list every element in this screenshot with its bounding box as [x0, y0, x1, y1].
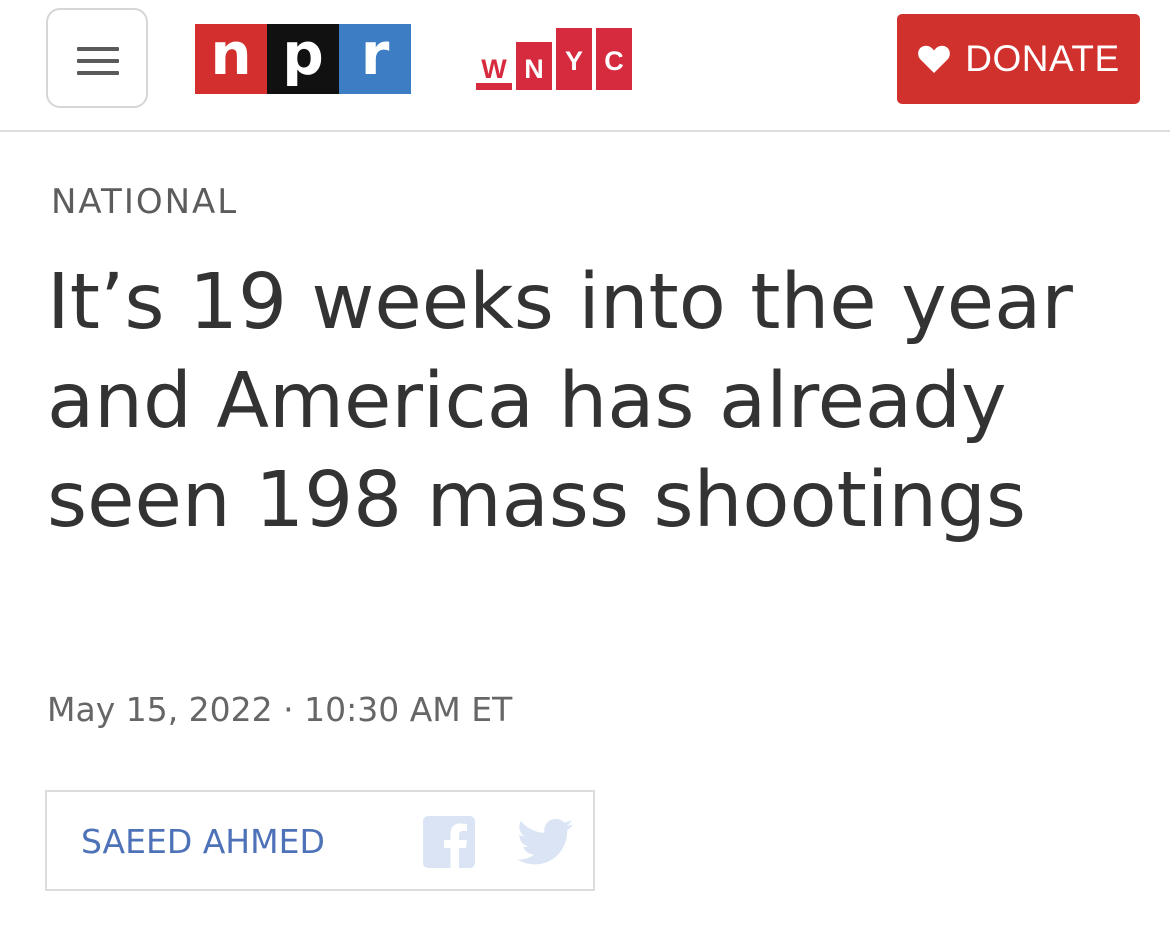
site-header: n p r W N Y C DONATE: [0, 0, 1170, 132]
wnyc-logo-n: N: [516, 42, 552, 90]
wnyc-logo-c: C: [596, 28, 632, 90]
hamburger-menu-icon-bar: [77, 59, 119, 63]
npr-logo-p: p: [267, 24, 339, 94]
dateline: May 15, 2022 · 10:30 AM ET: [47, 690, 513, 729]
section-label[interactable]: NATIONAL: [51, 182, 238, 222]
byline-box: SAEED AHMED: [45, 790, 595, 891]
hamburger-menu-icon-bar: [77, 71, 119, 75]
donate-button[interactable]: DONATE: [897, 14, 1140, 104]
twitter-icon[interactable]: [517, 818, 573, 866]
wnyc-logo-w: W: [476, 52, 512, 90]
heart-icon: [918, 45, 951, 73]
npr-logo-n: n: [195, 24, 267, 94]
npr-logo-r: r: [339, 24, 411, 94]
wnyc-logo[interactable]: W N Y C: [476, 28, 636, 90]
headline: It’s 19 weeks into the year and America …: [47, 258, 1073, 545]
wnyc-logo-y: Y: [556, 28, 592, 90]
donate-label: DONATE: [965, 38, 1120, 79]
author-link[interactable]: SAEED AHMED: [81, 822, 325, 861]
hamburger-menu-icon: [77, 47, 119, 51]
npr-logo[interactable]: n p r: [195, 24, 411, 94]
facebook-icon[interactable]: [423, 816, 475, 868]
menu-button[interactable]: [46, 8, 148, 108]
